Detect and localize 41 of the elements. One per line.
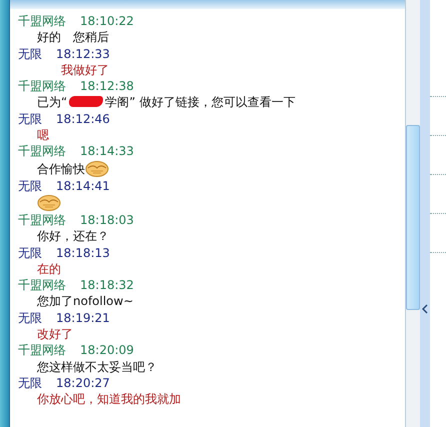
sender-name: 无限 bbox=[18, 110, 42, 128]
message-text: 在的 bbox=[37, 260, 61, 278]
sender-name: 无限 bbox=[18, 46, 42, 62]
message-time: 18:20:09 bbox=[80, 342, 134, 359]
message-text: 你放心吧，知道我的我就加 bbox=[37, 391, 181, 408]
scrollbar-thumb[interactable] bbox=[406, 125, 420, 310]
handshake-icon bbox=[85, 160, 109, 178]
message-text: 嗯 bbox=[37, 127, 49, 144]
message-time: 18:18:03 bbox=[80, 212, 134, 228]
message-time: 18:18:13 bbox=[56, 244, 110, 261]
message-text: 合作愉快 bbox=[37, 161, 85, 178]
sender-name: 千盟网络 bbox=[18, 342, 66, 359]
message-time: 18:19:21 bbox=[56, 310, 110, 326]
message-time: 18:12:33 bbox=[56, 46, 110, 62]
message-text: 我做好了 bbox=[60, 62, 109, 78]
message-text: 你好，还在？ bbox=[37, 228, 109, 245]
message-time: 18:18:32 bbox=[80, 277, 134, 294]
message-time: 18:14:41 bbox=[56, 178, 110, 194]
sender-name: 千盟网络 bbox=[18, 277, 66, 294]
handshake-icon bbox=[37, 194, 61, 212]
message-time: 18:12:46 bbox=[56, 110, 110, 128]
message-time: 18:12:38 bbox=[80, 78, 134, 94]
sender-name: 无限 bbox=[18, 310, 42, 326]
message-text: 学阁” 做好了链接，您可以查看一下 bbox=[105, 94, 296, 111]
message-time: 18:20:27 bbox=[56, 374, 110, 392]
message-time: 18:14:33 bbox=[80, 143, 134, 160]
sender-name: 无限 bbox=[18, 244, 42, 261]
message-text: 好的 您稍后 bbox=[37, 29, 109, 46]
redaction-mark bbox=[69, 96, 104, 107]
sender-name: 千盟网络 bbox=[18, 78, 66, 94]
message-time: 18:10:22 bbox=[80, 13, 134, 30]
sender-name: 千盟网络 bbox=[18, 143, 66, 160]
scrollbar[interactable] bbox=[405, 0, 420, 427]
sender-name: 无限 bbox=[18, 374, 42, 392]
sender-name: 千盟网络 bbox=[18, 13, 66, 30]
message-text: 您这样做不太妥当吧？ bbox=[37, 358, 157, 375]
message-text: 改好了 bbox=[37, 326, 73, 342]
message-text: 您加了nofollow~ bbox=[37, 293, 134, 310]
message-text: 已为“ bbox=[37, 94, 68, 111]
sender-name: 千盟网络 bbox=[18, 212, 66, 228]
sender-name: 无限 bbox=[18, 178, 42, 194]
